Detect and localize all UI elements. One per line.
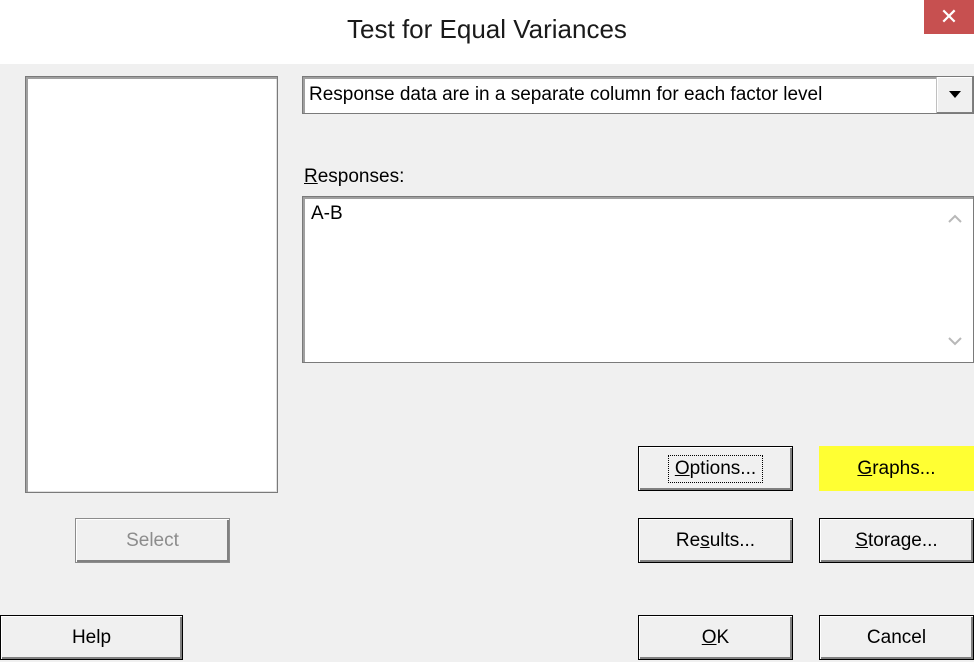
select-button[interactable]: Select (75, 518, 230, 563)
title-bar: Test for Equal Variances ✕ (0, 0, 974, 64)
graphs-button[interactable]: Graphs... (819, 446, 974, 491)
data-layout-dropdown[interactable]: Response data are in a separate column f… (302, 76, 974, 114)
options-text: ptions... (689, 457, 757, 479)
chevron-up-icon (948, 214, 962, 223)
dialog-title: Test for Equal Variances (347, 14, 627, 44)
scroll-up-button[interactable] (939, 203, 971, 233)
ok-text: K (716, 626, 730, 648)
cancel-button-label: Cancel (866, 626, 927, 648)
graphs-mnemonic: G (857, 457, 873, 479)
options-button-label: Options... (667, 454, 764, 483)
responses-label-mnemonic: R (304, 166, 318, 187)
close-button[interactable]: ✕ (924, 0, 974, 34)
cancel-button[interactable]: Cancel (819, 615, 974, 660)
chevron-down-icon (949, 91, 961, 98)
responses-value: A-B (311, 203, 343, 224)
close-icon: ✕ (939, 4, 959, 29)
help-button-label: Help (71, 626, 112, 648)
responses-label-text: esponses: (317, 166, 405, 187)
scroll-down-button[interactable] (939, 326, 971, 356)
chevron-down-icon (948, 336, 962, 345)
data-layout-selected: Response data are in a separate column f… (309, 84, 823, 105)
help-button[interactable]: Help (0, 615, 183, 660)
storage-button-label: Storage... (855, 530, 937, 552)
results-button[interactable]: Results... (638, 518, 793, 563)
options-button[interactable]: Options... (638, 446, 793, 491)
options-mnemonic: O (674, 457, 690, 479)
graphs-text: raphs... (872, 457, 936, 479)
storage-mnemonic: S (855, 529, 868, 551)
responses-scrollbar[interactable] (939, 199, 971, 360)
select-button-label: Select (126, 529, 179, 551)
graphs-button-label: Graphs... (857, 458, 935, 480)
responses-input[interactable]: A-B (302, 196, 974, 363)
storage-button[interactable]: Storage... (819, 518, 974, 563)
ok-mnemonic: O (701, 626, 717, 648)
results-button-label: Results... (676, 530, 755, 552)
variables-listbox[interactable] (25, 76, 278, 493)
storage-text: torage... (867, 529, 938, 551)
results-text: ults... (709, 529, 756, 551)
dropdown-arrow-button[interactable] (936, 77, 973, 113)
ok-button-label: OK (702, 627, 729, 649)
results-mnemonic: s (700, 529, 710, 551)
results-text-pre: Re (675, 529, 701, 551)
ok-button[interactable]: OK (638, 615, 793, 660)
responses-label: Responses: (304, 166, 404, 188)
